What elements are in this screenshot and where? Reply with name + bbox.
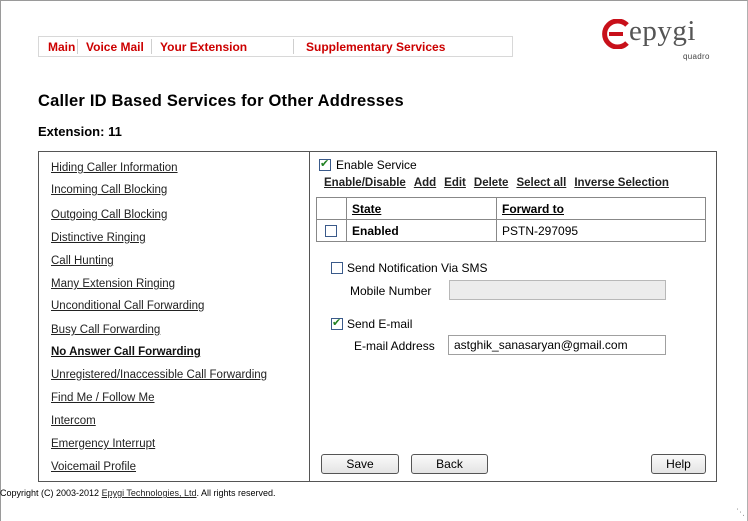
email-address-input[interactable]: astghik_sanasaryan@gmail.com [448,335,666,355]
mobile-number-label: Mobile Number [350,284,432,298]
nav-separator [151,39,152,54]
sidebar-item-busy-call-forwarding[interactable]: Busy Call Forwarding [51,324,160,336]
nav-separator [77,39,78,54]
table-cell-state: Enabled [346,219,497,242]
sidebar-item-outgoing-call-blocking[interactable]: Outgoing Call Blocking [51,209,167,221]
sidebar-item-many-extension-ringing[interactable]: Many Extension Ringing [51,278,175,290]
table-header-forward-to[interactable]: Forward to [496,197,706,220]
email-address-label: E-mail Address [354,339,435,353]
inverse-selection-link[interactable]: Inverse Selection [574,177,669,189]
enable-service-label: Enable Service [336,158,417,172]
send-sms-label: Send Notification Via SMS [347,261,488,275]
epygi-logo-icon [602,19,629,49]
table-header-select [316,197,347,220]
sidebar-item-no-answer-call-forwarding[interactable]: No Answer Call Forwarding [51,346,201,358]
edit-link[interactable]: Edit [444,177,466,189]
enable-disable-link[interactable]: Enable/Disable [324,177,406,189]
sidebar-item-incoming-call-blocking[interactable]: Incoming Call Blocking [51,184,167,196]
delete-link[interactable]: Delete [474,177,509,189]
footer-prefix: Copyright (C) 2003-2012 [0,488,102,498]
epygi-logo: epygi quadro [601,15,721,63]
forward-toolbar: Enable/Disable Add Edit Delete Select al… [324,177,669,189]
forward-table: State Forward to Enabled PSTN-297095 [316,197,706,242]
sidebar-item-emergency-interrupt[interactable]: Emergency Interrupt [51,438,155,450]
row-select-checkbox[interactable] [325,225,337,237]
sidebar-item-distinctive-ringing[interactable]: Distinctive Ringing [51,232,146,244]
top-nav: Main Voice Mail Your Extension Supplemen… [38,36,513,57]
send-email-checkbox[interactable] [331,316,343,330]
extension-label: Extension: 11 [38,124,122,139]
logo-sub: quadro [683,52,710,61]
sidebar-item-unregistered-inaccessible-call-forwarding[interactable]: Unregistered/Inaccessible Call Forwardin… [51,369,267,381]
sidebar-item-unconditional-call-forwarding[interactable]: Unconditional Call Forwarding [51,300,204,312]
footer: Copyright (C) 2003-2012 Epygi Technologi… [0,488,276,498]
page-title: Caller ID Based Services for Other Addre… [38,92,404,110]
add-link[interactable]: Add [414,177,436,189]
sidebar-item-find-me-follow-me[interactable]: Find Me / Follow Me [51,392,155,404]
table-header-state[interactable]: State [346,197,497,220]
nav-separator [293,39,294,54]
send-sms-checkbox[interactable] [331,262,343,274]
table-row: Enabled PSTN-297095 [316,219,706,242]
sidebar-item-voicemail-profile[interactable]: Voicemail Profile [51,461,136,473]
back-button[interactable]: Back [411,454,488,474]
nav-voice-mail[interactable]: Voice Mail [86,40,144,54]
sidebar-item-call-hunting[interactable]: Call Hunting [51,255,114,267]
footer-suffix: . All rights reserved. [196,488,276,498]
enable-service-checkbox[interactable] [319,157,331,171]
sidebar-item-hiding-caller-information[interactable]: Hiding Caller Information [51,162,178,174]
send-email-label: Send E-mail [347,317,413,331]
table-cell-select [316,219,347,242]
save-button[interactable]: Save [321,454,399,474]
footer-company-link[interactable]: Epygi Technologies, Ltd [102,488,197,498]
select-all-link[interactable]: Select all [516,177,566,189]
table-header-row: State Forward to [316,197,706,220]
logo-word: epygi [629,15,696,47]
panel-divider [309,151,310,482]
table-cell-forward-to: PSTN-297095 [496,219,706,242]
sidebar-item-intercom[interactable]: Intercom [51,415,96,427]
mobile-number-input[interactable] [449,280,666,300]
nav-main[interactable]: Main [48,40,75,54]
nav-your-extension[interactable]: Your Extension [160,40,247,54]
nav-supplementary-services[interactable]: Supplementary Services [306,40,445,54]
help-button[interactable]: Help [651,454,706,474]
resize-grip-icon[interactable]: ⋱ [736,507,745,518]
